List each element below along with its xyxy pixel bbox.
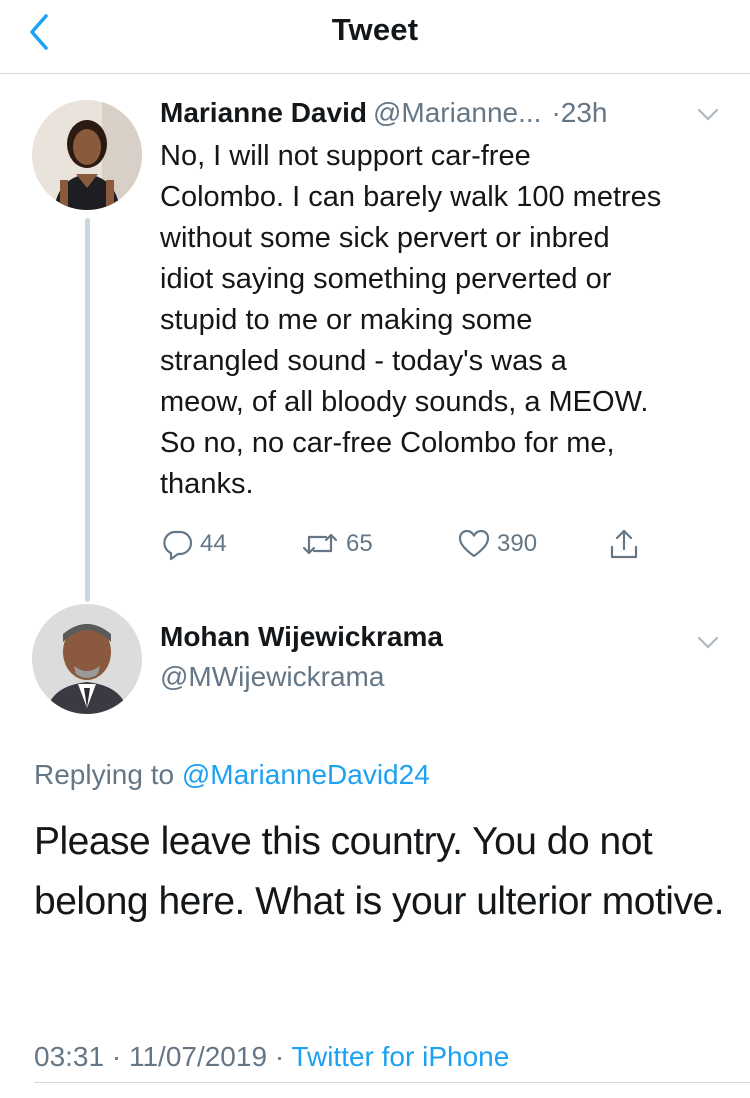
tweet-text: No, I will not support car-free Colombo.… — [160, 140, 662, 500]
reply-count: 44 — [200, 530, 227, 557]
retweet-count: 65 — [346, 530, 373, 557]
tweet-time: 03:31 — [34, 1041, 105, 1072]
user-photo-icon — [32, 604, 142, 714]
author-name[interactable]: Mohan Wijewickrama — [160, 618, 443, 656]
separator-dot: · — [111, 1041, 122, 1072]
separator-dot: · — [274, 1041, 285, 1072]
author-handle[interactable]: @MWijewickrama — [160, 658, 384, 696]
source-link[interactable]: Twitter for iPhone — [291, 1041, 509, 1072]
replying-to-line: Replying to @MarianneDavid24 — [34, 756, 430, 794]
like-button[interactable]: 390 — [457, 526, 537, 562]
tweet-text: Please leave this country. You do not be… — [34, 820, 725, 923]
author-handle[interactable]: @Marianne... — [373, 97, 542, 128]
avatar[interactable] — [32, 604, 142, 714]
user-photo-icon — [32, 100, 142, 210]
like-count: 390 — [497, 530, 538, 557]
separator-dot: · — [551, 97, 561, 128]
retweet-icon — [302, 533, 338, 555]
replying-prefix: Replying to — [34, 759, 175, 790]
page-title: Tweet — [331, 12, 419, 47]
chevron-down-icon — [697, 108, 719, 121]
share-icon — [610, 529, 638, 559]
divider — [34, 1082, 750, 1083]
tweet-header: Marianne David @Marianne... ·23h — [160, 94, 608, 132]
retweet-button[interactable]: 65 — [300, 526, 373, 562]
thread-connector-line — [85, 218, 90, 602]
tweet-date: 11/07/2019 — [128, 1041, 268, 1072]
heart-icon — [458, 529, 490, 558]
share-button[interactable] — [607, 526, 641, 562]
chevron-down-icon — [697, 636, 719, 649]
mention-link[interactable]: @MarianneDavid24 — [182, 759, 430, 790]
tweet-actions: 44 65 390 — [160, 526, 720, 562]
tweet-timestamp[interactable]: 23h — [561, 97, 608, 128]
reply-icon — [163, 530, 193, 561]
reply-button[interactable]: 44 — [160, 526, 227, 562]
author-name[interactable]: Marianne David — [160, 97, 367, 128]
navigation-header: Tweet — [0, 0, 750, 74]
avatar[interactable] — [32, 100, 142, 210]
tweet-meta: 03:31 · 11/07/2019 · Twitter for iPhone — [34, 1038, 509, 1076]
tweet-options-button[interactable] — [694, 105, 722, 125]
tweet-options-button[interactable] — [694, 633, 722, 653]
